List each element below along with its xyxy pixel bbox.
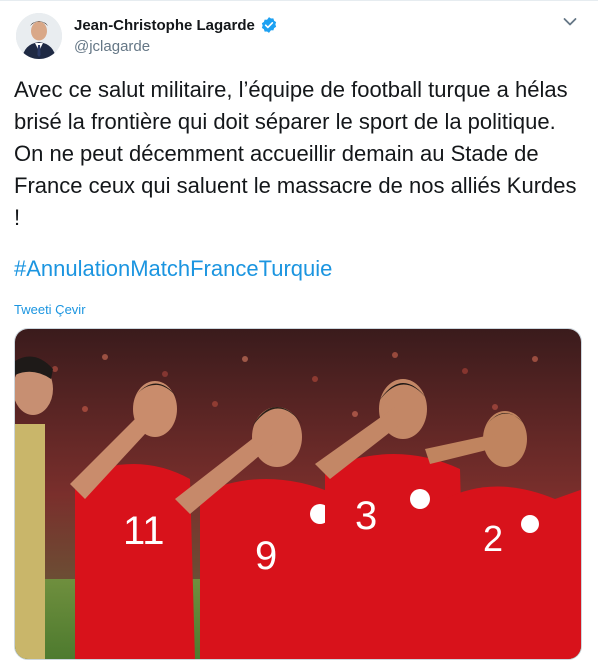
svg-text:9: 9	[255, 534, 277, 578]
tweet-menu-button[interactable]	[560, 13, 580, 33]
svg-text:2: 2	[483, 518, 503, 559]
chevron-down-icon	[563, 14, 577, 32]
verified-badge-icon	[260, 16, 278, 34]
hashtag-link[interactable]: #AnnulationMatchFranceTurquie	[14, 253, 332, 285]
svg-text:3: 3	[355, 494, 377, 538]
tweet-photo[interactable]: 11 9 3 2	[14, 328, 582, 660]
avatar[interactable]	[16, 13, 62, 59]
tweet-text: Avec ce salut militaire, l’équipe de foo…	[14, 77, 577, 230]
author-handle[interactable]: @jclagarde	[74, 38, 150, 55]
tweet-card[interactable]: Jean-Christophe Lagarde @jclagarde Avec …	[0, 0, 598, 660]
svg-text:11: 11	[123, 509, 165, 553]
author-display-name[interactable]: Jean-Christophe Lagarde	[74, 17, 255, 34]
translate-tweet-link[interactable]: Tweeti Çevir	[14, 302, 86, 317]
